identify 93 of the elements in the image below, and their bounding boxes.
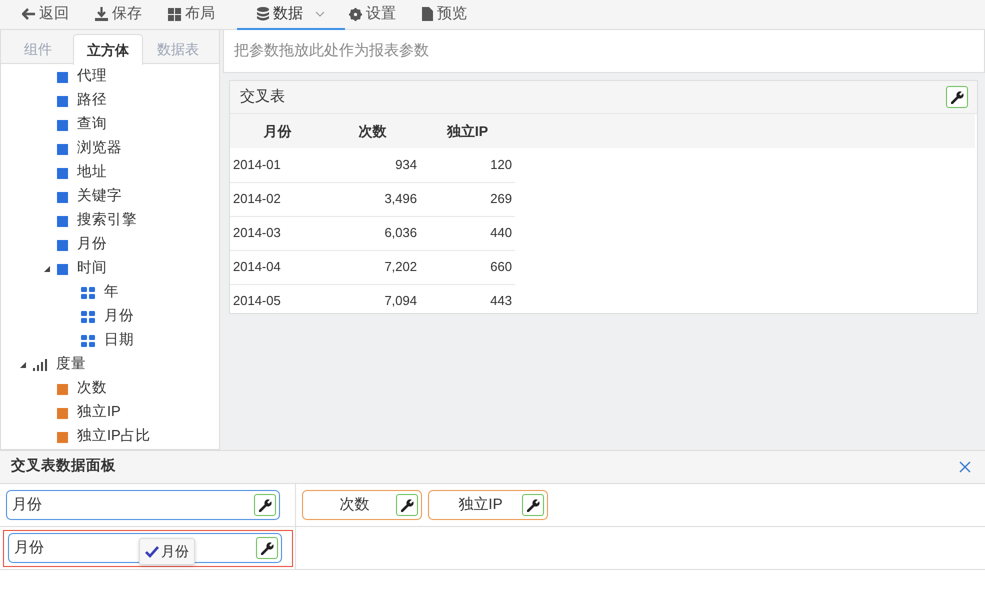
table-cell: 2014-04 xyxy=(230,250,325,284)
close-icon xyxy=(959,461,971,473)
field-chip[interactable]: 次数 xyxy=(302,490,422,520)
tree-item[interactable]: 月份 xyxy=(104,306,134,328)
wrench-button[interactable] xyxy=(522,494,544,516)
tree-item[interactable]: 时间 xyxy=(77,258,107,280)
tree-item[interactable]: 独立IP占比 xyxy=(77,426,151,448)
dimension-icon xyxy=(57,192,68,202)
tree-item[interactable]: 代理 xyxy=(77,66,107,88)
close-button[interactable] xyxy=(959,461,971,473)
wrench-button[interactable] xyxy=(946,86,968,108)
field-chip[interactable]: 月份 xyxy=(6,490,280,520)
drop-hint: 把参数拖放此处作为报表参数 xyxy=(234,40,429,61)
wrench-icon xyxy=(526,498,540,512)
toolbar-tab[interactable]: 布局 xyxy=(164,0,237,30)
tooltip-text: 月份 xyxy=(161,542,189,561)
measure-icon xyxy=(57,408,68,418)
panel-title: 交叉表数据面板 xyxy=(11,456,116,476)
table-cell: 440 xyxy=(420,216,515,250)
tree-item[interactable]: 年 xyxy=(104,282,119,304)
tree-item[interactable]: 查询 xyxy=(77,114,107,136)
hierarchy-level-icon xyxy=(81,287,95,299)
table-cell: 7,202 xyxy=(325,250,420,284)
column-header: 月份 xyxy=(230,114,325,148)
tree-item[interactable]: 次数 xyxy=(77,378,107,400)
toolbar-tab[interactable]: 保存 xyxy=(91,0,164,30)
hierarchy-level-icon xyxy=(81,335,95,347)
drop-zone[interactable]: 月份 月份 xyxy=(0,527,296,570)
report-title: 交叉表 xyxy=(240,86,285,107)
drop-zone[interactable]: 次数 独立IP xyxy=(296,484,985,527)
tree-item[interactable]: 度量 xyxy=(56,354,86,376)
panel-tab[interactable]: 立方体 xyxy=(73,34,143,65)
table-cell: 660 xyxy=(420,250,515,284)
expanded-triangle-icon[interactable] xyxy=(20,362,26,368)
back-arrow-icon xyxy=(22,8,35,20)
measure-icon xyxy=(57,432,68,442)
table-cell: 120 xyxy=(420,148,515,182)
check-icon xyxy=(145,546,159,558)
table-cell: 7,094 xyxy=(325,284,420,313)
column-header: 独立IP xyxy=(420,114,515,148)
table-cell: 269 xyxy=(420,182,515,216)
wrench-icon xyxy=(258,498,272,512)
table-cell: 443 xyxy=(420,284,515,313)
drop-zone[interactable]: 月份 xyxy=(0,484,296,527)
toolbar-tab[interactable]: 设置 xyxy=(345,0,418,30)
tree-item[interactable]: 日期 xyxy=(104,330,134,352)
settings-icon xyxy=(349,8,362,20)
field-label: 月份 xyxy=(12,494,42,515)
table-cell: 2014-01 xyxy=(230,148,325,182)
table-cell: 6,036 xyxy=(325,216,420,250)
database-icon xyxy=(257,7,269,21)
tree-item[interactable]: 搜索引擎 xyxy=(77,210,137,232)
field-label: 月份 xyxy=(14,538,44,558)
tree-item[interactable]: 独立IP xyxy=(77,402,121,424)
table-cell: 2014-03 xyxy=(230,216,325,250)
expanded-triangle-icon[interactable] xyxy=(44,266,50,272)
tree-item[interactable]: 月份 xyxy=(77,234,107,256)
hierarchy-level-icon xyxy=(81,311,95,323)
dimension-icon xyxy=(57,168,68,178)
table-cell: 2014-05 xyxy=(230,284,325,313)
grid-icon xyxy=(168,8,181,20)
field-label: 次数 xyxy=(338,494,370,515)
wrench-icon xyxy=(260,542,274,554)
tree-item[interactable]: 浏览器 xyxy=(77,138,122,160)
table-cell: 2014-02 xyxy=(230,182,325,216)
field-chip[interactable]: 独立IP xyxy=(428,490,548,520)
column-header: 次数 xyxy=(325,114,420,148)
dimension-icon xyxy=(57,120,68,130)
table-cell: 3,496 xyxy=(325,182,420,216)
toolbar-tab[interactable]: 预览 xyxy=(418,0,489,30)
dimension-icon xyxy=(57,216,68,226)
wrench-button[interactable] xyxy=(254,494,276,516)
field-label: 独立IP xyxy=(457,494,504,515)
bar-signal-icon xyxy=(33,359,47,371)
dimension-icon xyxy=(57,96,68,106)
document-icon xyxy=(422,7,433,21)
field-chip[interactable]: 月份 月份 xyxy=(8,533,282,563)
parameter-drop-zone[interactable]: 把参数拖放此处作为报表参数 xyxy=(223,30,985,73)
dimension-icon xyxy=(57,240,68,250)
dimension-icon xyxy=(57,72,68,82)
dimension-icon xyxy=(57,264,68,274)
tree-item[interactable]: 路径 xyxy=(77,90,107,112)
download-icon xyxy=(95,7,108,21)
wrench-button[interactable] xyxy=(256,537,278,559)
measure-icon xyxy=(57,384,68,394)
wrench-button[interactable] xyxy=(396,494,418,516)
tree-item[interactable]: 关键字 xyxy=(77,186,122,208)
wrench-icon xyxy=(950,90,964,104)
toolbar-tab[interactable]: 返回 xyxy=(18,0,91,30)
table-cell: 934 xyxy=(325,148,420,182)
dimension-icon xyxy=(57,144,68,154)
tree-item[interactable]: 地址 xyxy=(77,162,107,184)
wrench-icon xyxy=(400,498,414,512)
